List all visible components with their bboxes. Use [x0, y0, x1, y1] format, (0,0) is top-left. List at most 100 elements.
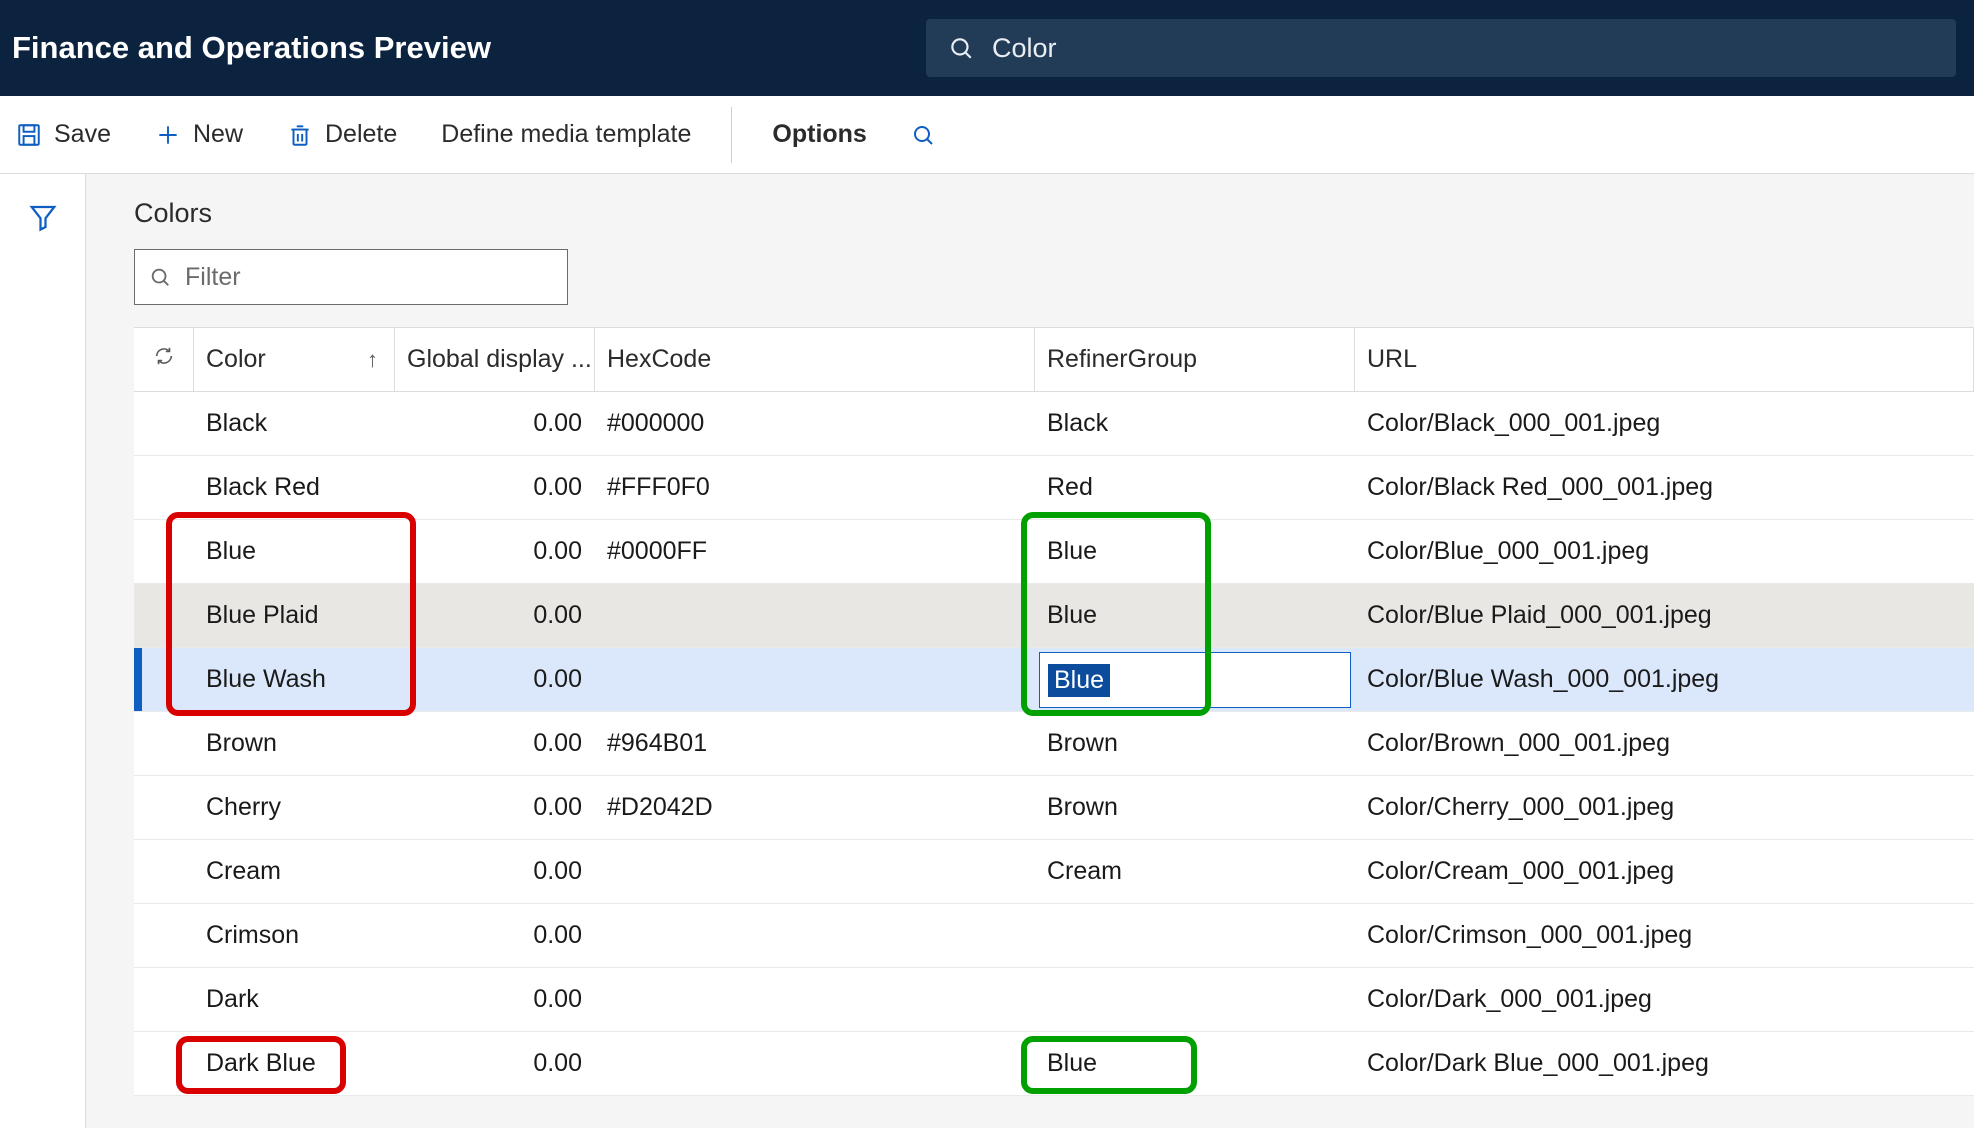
cell-refiner-group[interactable]: Brown: [1035, 729, 1355, 758]
quick-filter[interactable]: [134, 249, 568, 305]
column-header-hex-label: HexCode: [607, 345, 711, 374]
body: Colors: [0, 174, 1974, 1128]
cell-color[interactable]: Cream: [194, 857, 395, 886]
cell-global-display[interactable]: 0.00: [395, 857, 595, 886]
table-row[interactable]: Brown0.00#964B01BrownColor/Brown_000_001…: [134, 712, 1974, 776]
selection-indicator: [134, 648, 142, 711]
cell-url[interactable]: Color/Brown_000_001.jpeg: [1355, 729, 1974, 758]
table-row[interactable]: Dark0.00 Color/Dark_000_001.jpeg: [134, 968, 1974, 1032]
cell-color[interactable]: Brown: [194, 729, 395, 758]
column-header-refiner[interactable]: RefinerGroup: [1035, 328, 1355, 391]
column-header-hex[interactable]: HexCode: [595, 328, 1035, 391]
column-header-gdisplay[interactable]: Global display ...: [395, 328, 595, 391]
search-icon: [948, 35, 974, 61]
cell-refiner-group[interactable]: Cream: [1035, 857, 1355, 886]
column-header-url[interactable]: URL: [1355, 328, 1974, 391]
column-header-url-label: URL: [1367, 345, 1417, 374]
delete-label: Delete: [325, 120, 397, 149]
table-row[interactable]: Blue0.00#0000FFBlueColor/Blue_000_001.jp…: [134, 520, 1974, 584]
cell-global-display[interactable]: 0.00: [395, 665, 595, 694]
global-search-input[interactable]: [992, 33, 1934, 64]
cell-url[interactable]: Color/Blue_000_001.jpeg: [1355, 537, 1974, 566]
column-header-color[interactable]: Color ↑: [194, 328, 395, 391]
table-row[interactable]: Cream0.00CreamColor/Cream_000_001.jpeg: [134, 840, 1974, 904]
global-search[interactable]: [926, 19, 1956, 77]
cell-url[interactable]: Color/Black_000_001.jpeg: [1355, 409, 1974, 438]
cell-hexcode[interactable]: #0000FF: [595, 537, 1035, 566]
cell-hexcode[interactable]: #000000: [595, 409, 1035, 438]
options-label: Options: [772, 120, 866, 149]
colors-grid: Color ↑ Global display ... HexCode Refin…: [134, 327, 1974, 1096]
app-title: Finance and Operations Preview: [12, 30, 491, 66]
cell-color[interactable]: Dark: [194, 985, 395, 1014]
page-title: Colors: [134, 198, 1974, 229]
cell-url[interactable]: Color/Black Red_000_001.jpeg: [1355, 473, 1974, 502]
cell-color[interactable]: Black: [194, 409, 395, 438]
cell-color[interactable]: Black Red: [194, 473, 395, 502]
refiner-group-editor[interactable]: Blue: [1039, 652, 1351, 708]
save-button[interactable]: Save: [12, 110, 115, 159]
cell-global-display[interactable]: 0.00: [395, 1049, 595, 1078]
cell-global-display[interactable]: 0.00: [395, 601, 595, 630]
save-label: Save: [54, 120, 111, 149]
column-header-gdisplay-label: Global display ...: [407, 345, 592, 374]
cell-global-display[interactable]: 0.00: [395, 793, 595, 822]
cell-color[interactable]: Blue Wash: [194, 665, 395, 694]
table-row[interactable]: Dark Blue0.00 BlueColor/Dark Blue_000_001…: [134, 1032, 1974, 1096]
command-search-button[interactable]: [907, 113, 939, 157]
trash-icon: [287, 122, 313, 148]
define-media-template-button[interactable]: Define media template: [437, 110, 695, 159]
refresh-column-header[interactable]: [134, 328, 194, 391]
cell-url[interactable]: Color/Dark_000_001.jpeg: [1355, 985, 1974, 1014]
cell-url[interactable]: Color/Blue Plaid_000_001.jpeg: [1355, 601, 1974, 630]
table-row[interactable]: Crimson0.00 Color/Crimson_000_001.jpeg: [134, 904, 1974, 968]
save-icon: [16, 122, 42, 148]
define-media-template-label: Define media template: [441, 120, 691, 149]
column-header-color-label: Color: [206, 345, 266, 374]
cell-global-display[interactable]: 0.00: [395, 409, 595, 438]
cell-global-display[interactable]: 0.00: [395, 537, 595, 566]
cell-url[interactable]: Color/Dark Blue_000_001.jpeg: [1355, 1049, 1974, 1078]
cell-color[interactable]: Cherry: [194, 793, 395, 822]
cell-refiner-group[interactable]: Red: [1035, 473, 1355, 502]
cell-global-display[interactable]: 0.00: [395, 729, 595, 758]
quick-filter-input[interactable]: [185, 263, 553, 292]
cell-url[interactable]: Color/Cherry_000_001.jpeg: [1355, 793, 1974, 822]
cell-url[interactable]: Color/Blue Wash_000_001.jpeg: [1355, 665, 1974, 694]
delete-button[interactable]: Delete: [283, 110, 401, 159]
column-header-refiner-label: RefinerGroup: [1047, 345, 1197, 374]
cell-color[interactable]: Dark Blue: [194, 1049, 395, 1078]
cell-color[interactable]: Blue: [194, 537, 395, 566]
sort-ascending-icon: ↑: [367, 347, 378, 373]
cell-color[interactable]: Blue Plaid: [194, 601, 395, 630]
cell-refiner-group[interactable]: Black: [1035, 409, 1355, 438]
cell-hexcode[interactable]: #D2042D: [595, 793, 1035, 822]
app-header: Finance and Operations Preview: [0, 0, 1974, 96]
new-label: New: [193, 120, 243, 149]
table-row[interactable]: Blue Plaid0.00 BlueColor/Blue Plaid_000_0…: [134, 584, 1974, 648]
cell-color[interactable]: Crimson: [194, 921, 395, 950]
cell-hexcode[interactable]: #964B01: [595, 729, 1035, 758]
cell-url[interactable]: Color/Cream_000_001.jpeg: [1355, 857, 1974, 886]
options-button[interactable]: Options: [768, 110, 870, 159]
command-bar: Save New Delete Define media template Op…: [0, 96, 1974, 174]
content: Colors: [86, 174, 1974, 1128]
table-row[interactable]: Black Red0.00#FFF0F0RedColor/Black Red_0…: [134, 456, 1974, 520]
search-icon: [149, 266, 171, 288]
table-row[interactable]: Cherry0.00#D2042DBrownColor/Cherry_000_0…: [134, 776, 1974, 840]
cell-refiner-group[interactable]: Blue: [1035, 537, 1355, 566]
cell-refiner-group[interactable]: Blue: [1035, 601, 1355, 630]
cell-url[interactable]: Color/Crimson_000_001.jpeg: [1355, 921, 1974, 950]
cell-global-display[interactable]: 0.00: [395, 473, 595, 502]
funnel-icon: [28, 219, 58, 236]
table-row[interactable]: Black0.00#000000BlackColor/Black_000_001…: [134, 392, 1974, 456]
cell-refiner-group[interactable]: Brown: [1035, 793, 1355, 822]
cell-global-display[interactable]: 0.00: [395, 985, 595, 1014]
filter-pane-button[interactable]: [28, 202, 58, 1128]
new-button[interactable]: New: [151, 110, 247, 159]
grid-header-row: Color ↑ Global display ... HexCode Refin…: [134, 328, 1974, 392]
cell-global-display[interactable]: 0.00: [395, 921, 595, 950]
search-icon: [911, 123, 935, 147]
cell-refiner-group[interactable]: Blue: [1035, 1049, 1355, 1078]
cell-hexcode[interactable]: #FFF0F0: [595, 473, 1035, 502]
